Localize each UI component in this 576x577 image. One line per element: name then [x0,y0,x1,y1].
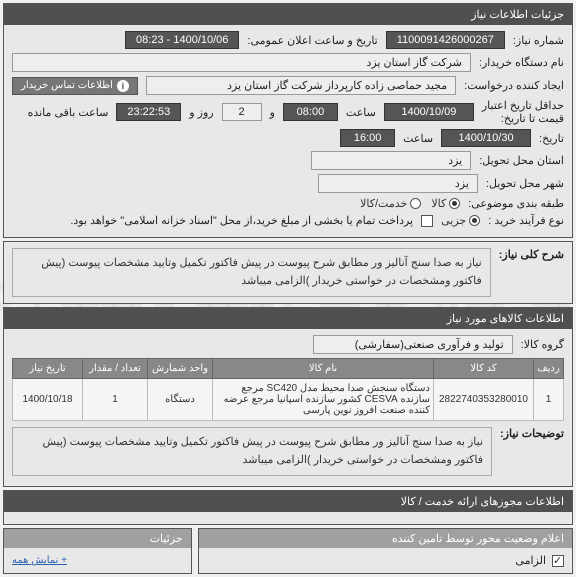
category-label: طبقه بندی موضوعی: [468,197,564,210]
province-label: استان محل تحویل: [479,154,564,167]
group-value: تولید و فرآوری صنعتی(سفارشی) [313,335,513,354]
buyer-org-label: نام دستگاه خریدار: [479,56,564,69]
category-radio-group: کالا خدمت/کالا [360,197,460,210]
items-table: ردیف کد کالا نام کالا واحد شمارش تعداد /… [12,358,564,421]
details-header: جزئیات [4,529,191,548]
date2-value: 1400/10/30 [441,129,531,147]
panel-need-info-header: جزئیات اطلاعات نیاز [4,4,572,25]
province-value: یزد [311,151,471,170]
general-desc-label: شرح کلی نیاز: [499,248,564,261]
th-name: نام کالا [213,359,434,379]
announce-dt-label: تاریخ و ساعت اعلان عمومی: [247,34,377,47]
min-valid-date: 1400/10/09 [384,103,474,121]
cell-unit: دستگاه [148,379,213,421]
info-icon: i [117,80,129,92]
time1-label: ساعت [346,106,376,119]
cell-row: 1 [534,379,564,421]
process-note: پرداخت تمام یا بخشی از مبلغ خرید،از محل … [12,214,413,227]
cell-name: دستگاه سنجش صدا محیط مدل SC420 مرجع سازن… [213,379,434,421]
th-code: کد کالا [434,359,534,379]
time2-value: 16:00 [340,129,395,147]
requester-label: ایجاد کننده درخواست: [464,79,564,92]
panel-permits: اطلاعات مجوزهای ارائه خدمت / کالا [3,490,573,525]
radio-service-label: خدمت/کالا [360,197,407,210]
need-no-value: 1100091426000267 [386,31,505,49]
city-value: یزد [318,174,478,193]
remain-value: 23:22:53 [116,103,181,121]
show-all-link[interactable]: + نمایش همه [12,555,67,566]
time2-label: ساعت [403,132,433,145]
mandatory-label: الزامی [515,554,546,567]
date2-label: تاریخ: [539,132,564,145]
notes-text: نیاز به صدا سنج آنالیز ور مطابق شرح پیوس… [12,427,492,476]
cell-qty: 1 [83,379,148,421]
group-label: گروه کالا: [521,338,564,351]
panel-items-info-header: اطلاعات کالاهای مورد نیاز [4,308,572,329]
panel-general-desc: شرح کلی نیاز: نیاز به صدا سنج آنالیز ور … [3,241,573,304]
contact-buyer-button[interactable]: i اطلاعات تماس خریدار [12,77,138,95]
panel-need-info: جزئیات اطلاعات نیاز شماره نیاز: 11000914… [3,3,573,238]
th-qty: تعداد / مقدار [83,359,148,379]
panel-permits-header: اطلاعات مجوزهای ارائه خدمت / کالا [4,491,572,512]
radio-dot-icon [449,198,460,209]
table-row: 1 2822740353280010 دستگاه سنجش صدا محیط … [13,379,564,421]
treasury-checkbox[interactable] [421,215,433,227]
radio-goods[interactable]: کالا [431,197,460,210]
need-no-label: شماره نیاز: [513,34,564,47]
announce-dt-value: 1400/10/06 - 08:23 [125,31,239,49]
days-label: روز و [189,106,213,119]
th-row: ردیف [534,359,564,379]
cell-code: 2822740353280010 [434,379,534,421]
panel-items-info: اطلاعات کالاهای مورد نیاز گروه کالا: تول… [3,307,573,487]
buyer-org-value: شرکت گاز استان یزد [12,53,471,72]
cell-need-date: 1400/10/18 [13,379,83,421]
th-need-date: تاریخ نیاز [13,359,83,379]
status-header: اعلام وضعیت محور توسط تامین کننده [199,529,572,548]
general-desc-text: نیاز به صدا سنج آنالیز ور مطابق شرح پیوس… [12,248,491,297]
th-unit: واحد شمارش [148,359,213,379]
time1-value: 08:00 [283,103,338,121]
min-valid-label: حداقل تاریخ اعتبار قیمت تا تاریخ: [482,99,564,125]
radio-service[interactable]: خدمت/کالا [360,197,421,210]
city-label: شهر محل تحویل: [486,177,564,190]
contact-buyer-label: اطلاعات تماس خریدار [21,80,113,91]
remain-label: ساعت باقی مانده [28,106,109,119]
radio-single[interactable]: جزیی [441,214,480,227]
radio-dot-icon [469,215,480,226]
notes-label: توضیحات نیاز: [500,427,564,440]
radio-single-label: جزیی [441,214,466,227]
and-label: و [270,106,275,119]
requester-value: مجید حماصی زاده کارپرداز شرکت گاز استان … [146,76,456,95]
radio-goods-label: کالا [431,197,446,210]
process-label: نوع فرآیند خرید : [488,214,564,227]
radio-dot-icon [410,198,421,209]
days-value: 2 [222,103,262,121]
